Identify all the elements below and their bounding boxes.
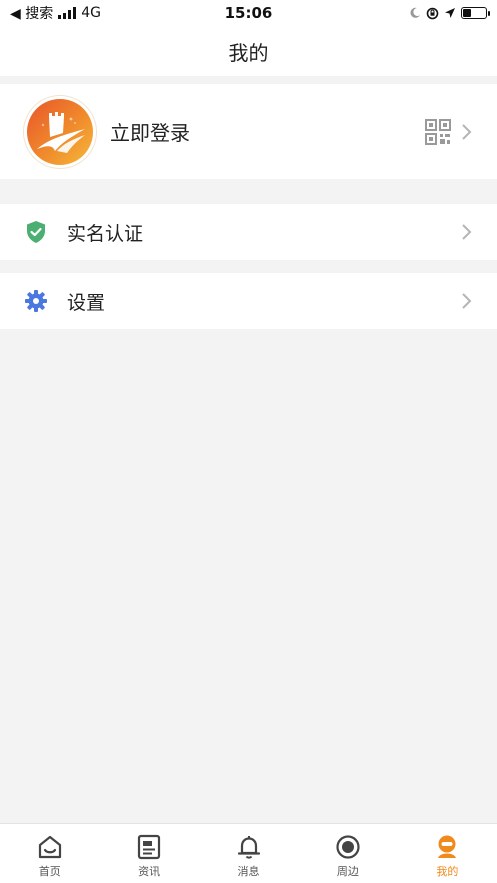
tab-bar: 首页 资讯 消息 周边 我的 (0, 823, 497, 883)
app-logo-icon (37, 111, 85, 153)
chevron-right-icon (462, 293, 472, 309)
rotation-lock-icon (426, 7, 439, 19)
tab-nearby[interactable]: 周边 (298, 824, 397, 883)
menu-item-label: 实名认证 (67, 222, 144, 245)
profile-icon (438, 835, 457, 858)
gear-icon (25, 290, 47, 312)
chevron-right-icon (462, 123, 472, 140)
back-to-app-link[interactable]: ◀ 搜索 (10, 3, 53, 23)
tab-label: 资讯 (138, 865, 161, 878)
signal-icon (58, 7, 77, 19)
location-icon (445, 8, 455, 18)
network-type: 4G (81, 5, 101, 21)
tab-label: 消息 (237, 865, 260, 878)
battery-icon (461, 7, 490, 19)
home-icon (38, 835, 61, 859)
menu-item-verification[interactable]: 实名认证 (0, 204, 497, 260)
page-title: 我的 (228, 40, 269, 65)
tab-label: 周边 (336, 865, 359, 878)
login-label[interactable]: 立即登录 (110, 117, 425, 146)
status-bar: ◀ 搜索 4G 15:06 (0, 0, 497, 26)
tab-profile[interactable]: 我的 (398, 824, 497, 883)
tab-label: 首页 (38, 865, 61, 878)
profile-card[interactable]: 立即登录 (0, 84, 497, 179)
moon-icon (410, 7, 420, 18)
avatar[interactable] (24, 95, 96, 168)
tab-label: 我的 (436, 865, 459, 878)
nav-bar: 我的 (0, 26, 497, 76)
status-right (409, 7, 490, 20)
tab-home[interactable]: 首页 (0, 824, 99, 883)
tab-news[interactable]: 资讯 (99, 824, 198, 883)
shield-check-icon (27, 221, 45, 243)
tab-messages[interactable]: 消息 (199, 824, 298, 883)
menu-item-label: 设置 (67, 291, 106, 314)
qr-code-icon[interactable] (425, 118, 451, 145)
nearby-icon (336, 835, 360, 859)
news-icon (138, 834, 161, 860)
chevron-right-icon (462, 224, 472, 240)
menu-item-settings[interactable]: 设置 (0, 273, 497, 329)
status-left: ◀ 搜索 4G (10, 3, 101, 23)
bell-icon (237, 836, 260, 859)
